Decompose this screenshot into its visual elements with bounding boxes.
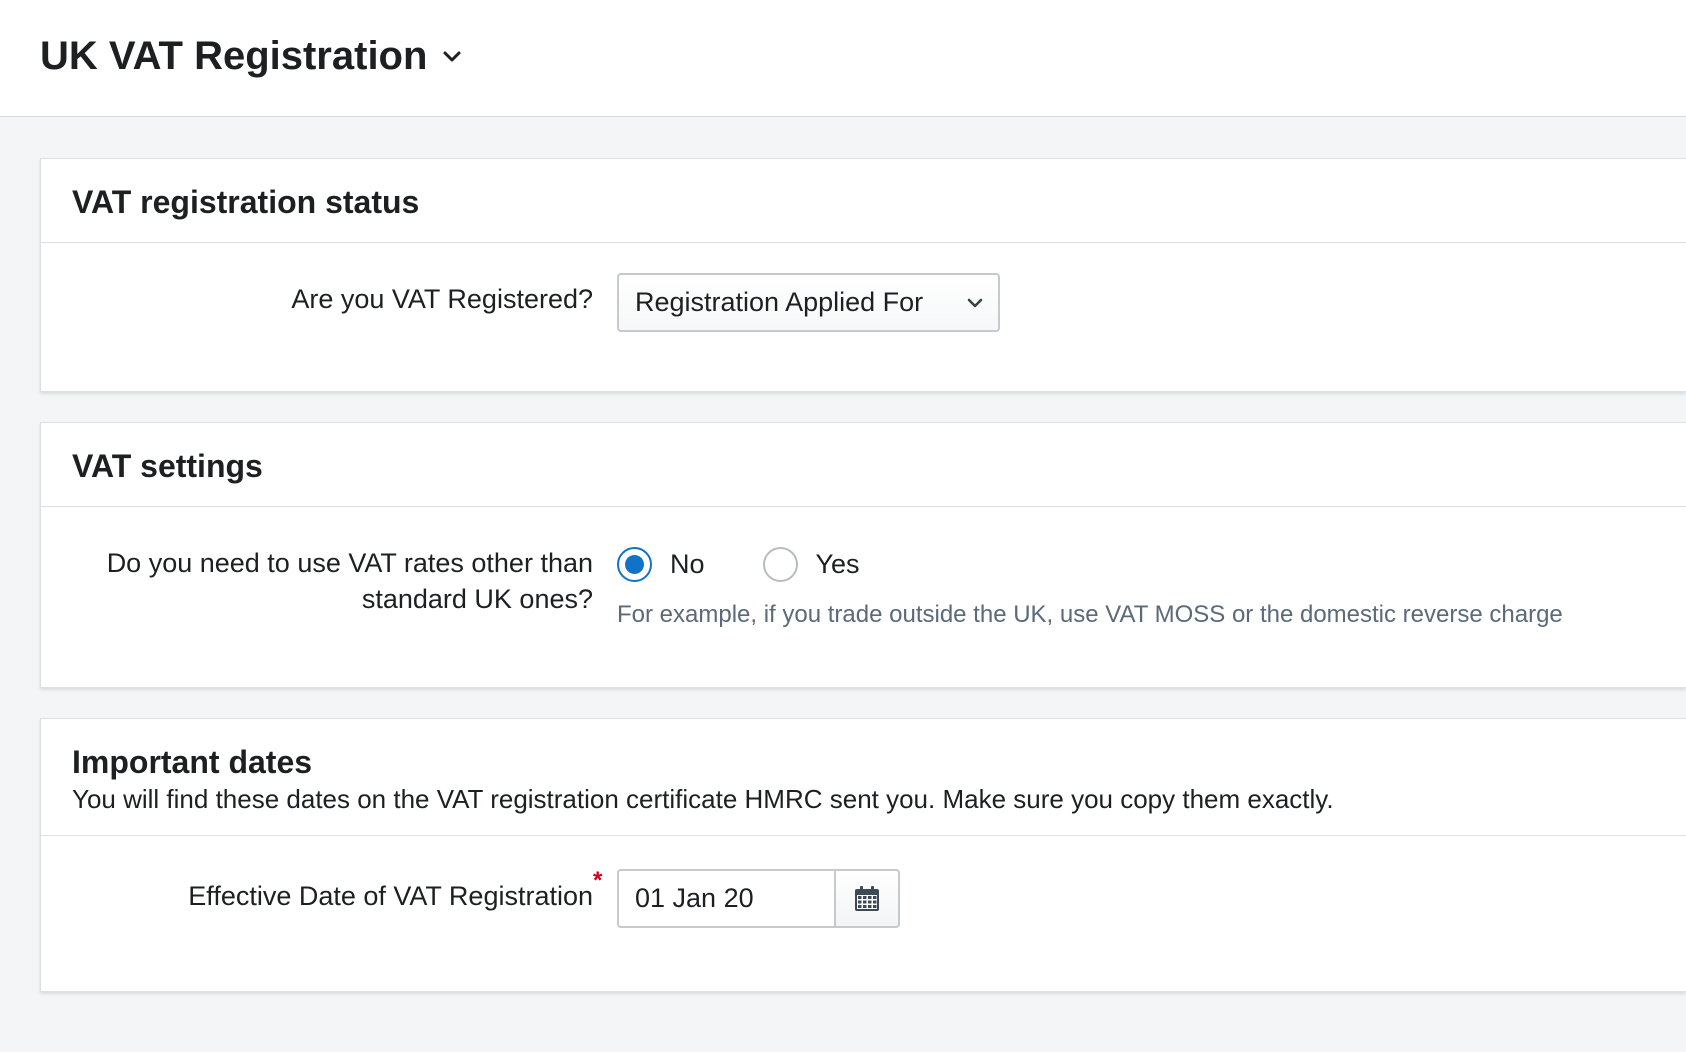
card-body: Do you need to use VAT rates other than … xyxy=(41,507,1686,687)
page-title: UK VAT Registration xyxy=(40,34,428,78)
card-header: Important dates You will find these date… xyxy=(41,719,1686,836)
date-picker-button[interactable] xyxy=(834,869,900,928)
card-header: VAT registration status xyxy=(41,159,1686,243)
card-body: Are you VAT Registered? Registration App… xyxy=(41,243,1686,391)
vat-settings-card: VAT settings Do you need to use VAT rate… xyxy=(40,422,1686,688)
radio-label-no: No xyxy=(670,549,705,579)
radio-no-checked[interactable] xyxy=(617,547,652,582)
effective-date-field xyxy=(617,869,900,928)
card-title: VAT settings xyxy=(72,448,263,484)
chevron-down-icon xyxy=(443,51,461,62)
vat-rates-help-text: For example, if you trade outside the UK… xyxy=(617,601,1563,628)
vat-rates-question: Do you need to use VAT rates other than … xyxy=(107,545,593,617)
card-title: Important dates xyxy=(72,744,313,780)
radio-option-yes[interactable]: Yes xyxy=(762,547,860,582)
select-value: Registration Applied For xyxy=(635,287,924,317)
radio-yes-unchecked[interactable] xyxy=(762,547,798,582)
required-indicator: * xyxy=(593,867,603,894)
card-body: Effective Date of VAT Registration * xyxy=(41,836,1686,991)
chevron-down-icon xyxy=(967,298,983,307)
calendar-icon xyxy=(855,885,879,911)
effective-date-input[interactable] xyxy=(617,869,834,928)
important-dates-card: Important dates You will find these date… xyxy=(40,718,1686,992)
card-title: VAT registration status xyxy=(72,184,420,220)
vat-registered-label: Are you VAT Registered? xyxy=(291,284,593,314)
radio-option-no[interactable]: No xyxy=(617,547,705,582)
page-header: UK VAT Registration xyxy=(0,0,1686,117)
page-title-dropdown[interactable]: UK VAT Registration xyxy=(40,32,463,80)
question-line-2: standard UK ones? xyxy=(361,584,593,614)
radio-label-yes: Yes xyxy=(815,549,860,579)
question-line-1: Do you need to use VAT rates other than xyxy=(106,548,593,578)
effective-date-label: Effective Date of VAT Registration xyxy=(188,881,593,911)
card-header: VAT settings xyxy=(41,423,1686,507)
vat-registration-status-card: VAT registration status Are you VAT Regi… xyxy=(40,158,1686,392)
vat-registered-select[interactable]: Registration Applied For xyxy=(617,273,1000,332)
card-subtitle: You will find these dates on the VAT reg… xyxy=(72,784,1334,814)
vat-rates-radio-group: No Yes xyxy=(617,547,918,582)
